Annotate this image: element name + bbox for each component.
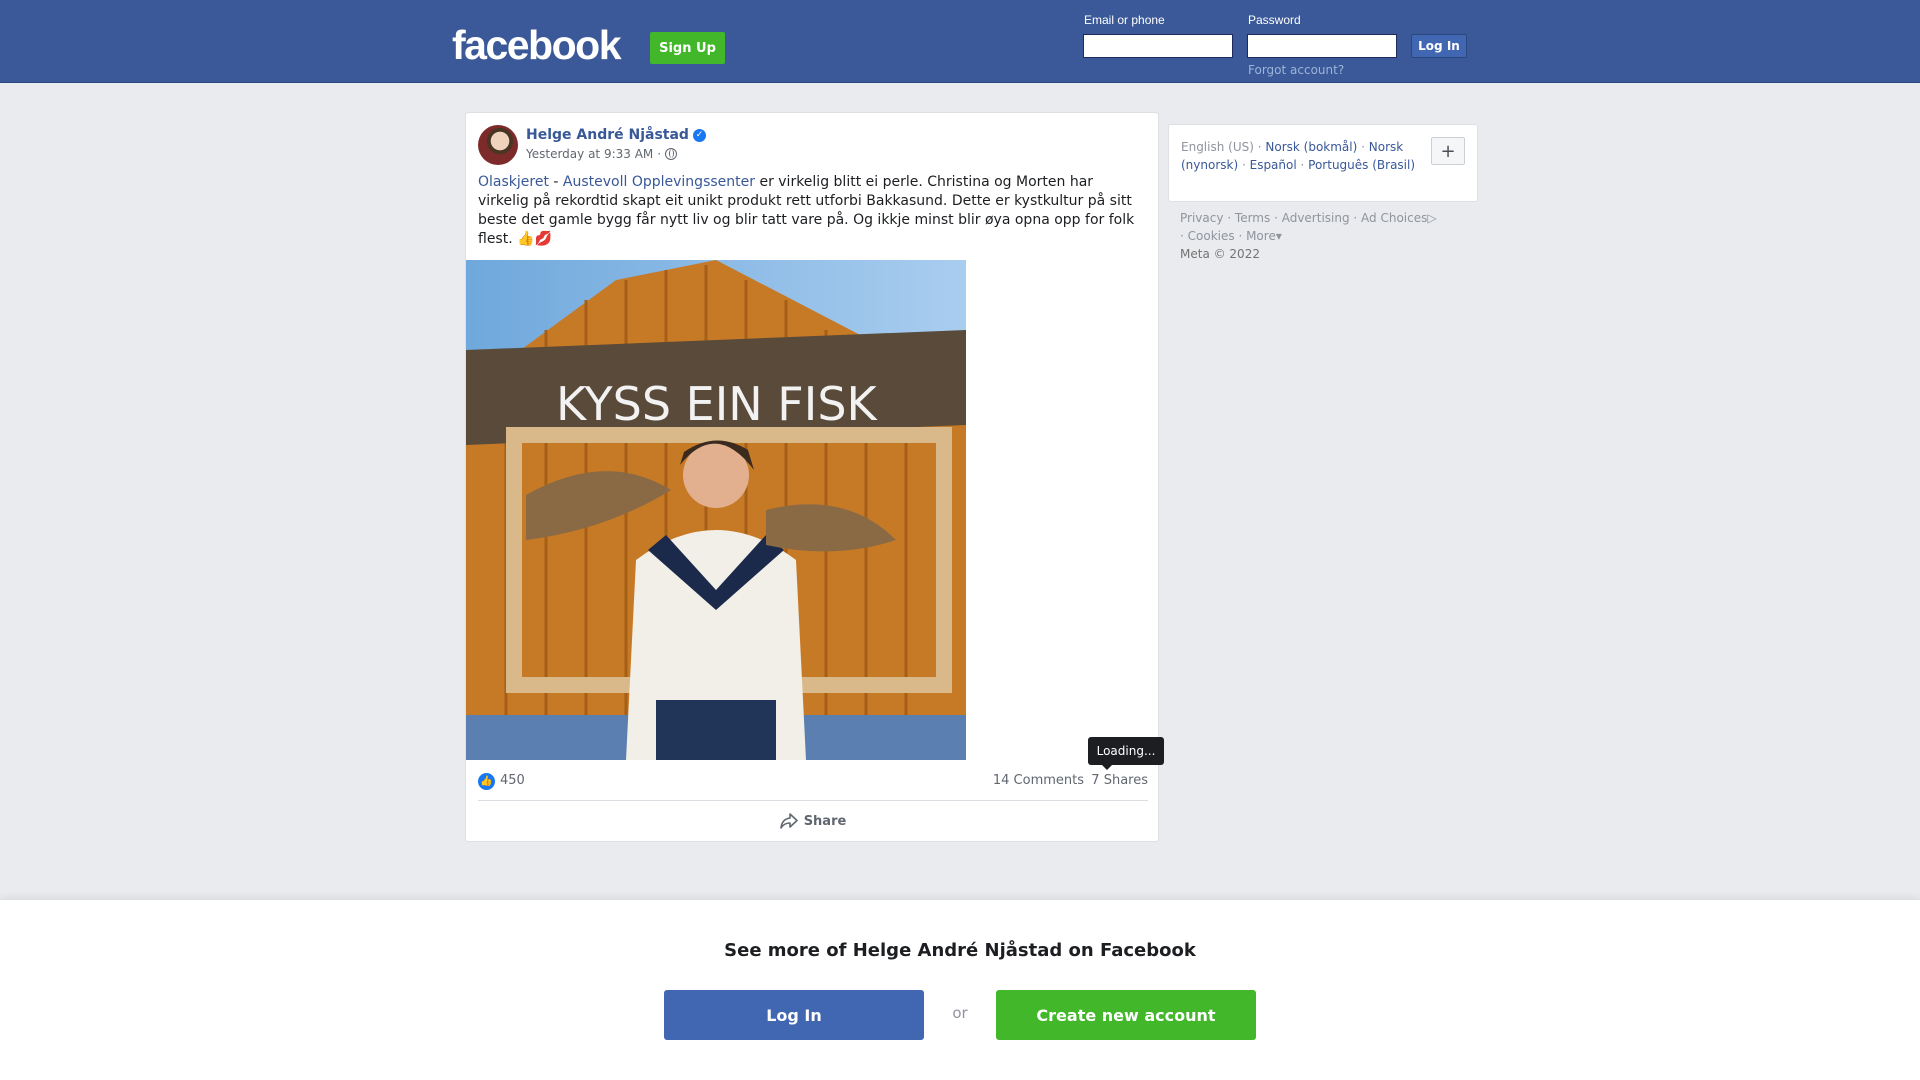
mention-link-austevoll[interactable]: Austevoll Opplevingssenter bbox=[563, 174, 755, 190]
post-timestamp[interactable]: Yesterday at 9:33 AM bbox=[526, 147, 653, 161]
password-label: Password bbox=[1248, 13, 1301, 27]
globe-icon bbox=[665, 148, 678, 160]
password-field[interactable] bbox=[1247, 34, 1397, 58]
footer-terms[interactable]: Terms bbox=[1235, 211, 1270, 225]
share-arrow-icon bbox=[779, 813, 798, 829]
action-divider bbox=[478, 800, 1148, 801]
author-name[interactable]: Helge André Njåstad bbox=[526, 127, 689, 143]
mention-link-olaskjeret[interactable]: Olaskjeret bbox=[478, 174, 549, 190]
ad-choices-icon: ▷ bbox=[1427, 211, 1437, 225]
post-card: Helge André Njåstad ✓ Yesterday at 9:33 … bbox=[465, 112, 1164, 842]
language-selector-box: English (US) · Norsk (bokmål) · Norsk (n… bbox=[1168, 124, 1478, 202]
banner-log-in-button[interactable]: Log In bbox=[664, 990, 924, 1040]
language-portugues[interactable]: Português (Brasil) bbox=[1308, 158, 1415, 172]
more-caret-icon: ▾ bbox=[1275, 229, 1282, 243]
like-count[interactable]: 450 bbox=[500, 773, 525, 788]
photo-sign-text: KYSS EIN FISK bbox=[556, 377, 879, 431]
meta-separator: · bbox=[657, 147, 662, 161]
language-espanol[interactable]: Español bbox=[1250, 158, 1297, 172]
login-prompt-banner: See more of Helge André Njåstad on Faceb… bbox=[0, 900, 1920, 1080]
email-field[interactable] bbox=[1083, 34, 1233, 58]
footer-cookies[interactable]: Cookies bbox=[1188, 229, 1235, 243]
or-separator: or bbox=[952, 1004, 968, 1022]
footer-privacy[interactable]: Privacy bbox=[1180, 211, 1223, 225]
loading-tooltip: Loading... bbox=[1088, 737, 1164, 770]
post-stats: 👍 450 14 Comments 7 Shares bbox=[478, 772, 1148, 792]
forgot-account-link[interactable]: Forgot account? bbox=[1248, 63, 1344, 77]
like-reaction-icon: 👍 bbox=[478, 773, 495, 790]
photo-illustration: KYSS EIN FISK bbox=[466, 260, 966, 760]
more-languages-plus-icon[interactable]: + bbox=[1431, 137, 1465, 165]
post-author[interactable]: Helge André Njåstad ✓ bbox=[526, 127, 706, 143]
comments-count[interactable]: 14 Comments bbox=[993, 773, 1084, 788]
footer-links: Privacy · Terms · Advertising · Ad Choic… bbox=[1180, 211, 1437, 261]
create-account-button[interactable]: Create new account bbox=[996, 990, 1256, 1040]
language-list: English (US) · Norsk (bokmål) · Norsk (n… bbox=[1181, 140, 1416, 172]
copyright: Meta © 2022 bbox=[1180, 247, 1260, 261]
top-navigation-bar: facebook Sign Up Email or phone Password… bbox=[0, 0, 1920, 83]
share-label: Share bbox=[803, 813, 847, 829]
banner-title: See more of Helge André Njåstad on Faceb… bbox=[724, 940, 1196, 961]
language-norsk-bokmal[interactable]: Norsk (bokmål) bbox=[1265, 140, 1357, 154]
footer-advertising[interactable]: Advertising bbox=[1282, 211, 1350, 225]
log-in-button[interactable]: Log In bbox=[1411, 34, 1467, 58]
language-english: English (US) bbox=[1181, 140, 1254, 154]
post-meta: Yesterday at 9:33 AM · bbox=[526, 147, 678, 161]
facebook-logo[interactable]: facebook bbox=[452, 22, 622, 69]
post-photo[interactable]: KYSS EIN FISK bbox=[466, 260, 966, 760]
author-avatar[interactable] bbox=[478, 125, 518, 165]
share-button[interactable]: Share bbox=[478, 806, 1148, 836]
email-label: Email or phone bbox=[1084, 13, 1165, 27]
sign-up-button[interactable]: Sign Up bbox=[650, 32, 725, 64]
footer-ad-choices[interactable]: Ad Choices bbox=[1361, 211, 1427, 225]
verified-badge-icon: ✓ bbox=[692, 128, 706, 142]
post-text: Olaskjeret - Austevoll Opplevingssenter … bbox=[478, 173, 1148, 249]
text-dash: - bbox=[548, 174, 563, 190]
shares-count[interactable]: 7 Shares bbox=[1091, 773, 1148, 788]
footer-more[interactable]: More bbox=[1246, 229, 1276, 243]
